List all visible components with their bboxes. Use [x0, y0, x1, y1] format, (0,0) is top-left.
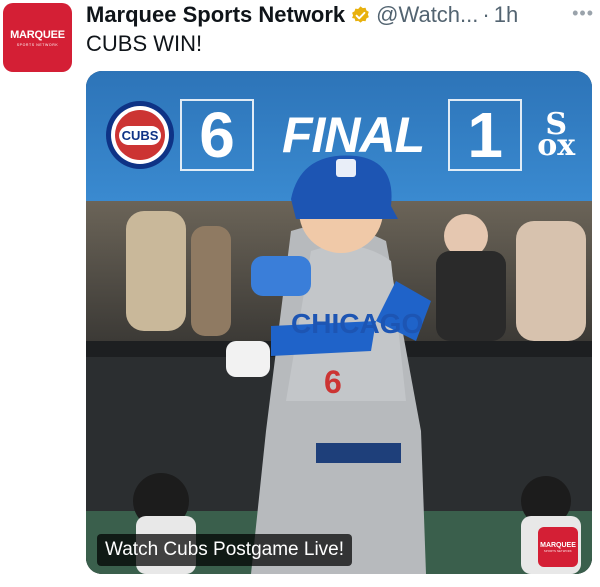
tweet-header: Marquee Sports Network @Watch... · 1h — [86, 0, 596, 30]
white-sox-logo-text: S ox — [537, 107, 576, 163]
cubs-logo-icon: CUBS — [106, 101, 174, 169]
separator-dot: · — [482, 2, 490, 27]
home-score: 6 — [180, 99, 254, 171]
timestamp[interactable]: 1h — [494, 2, 518, 28]
jersey-lettering: CHICAGO — [291, 308, 423, 339]
media-caption: Watch Cubs Postgame Live! — [97, 534, 353, 566]
more-options-icon[interactable]: ••• — [572, 3, 594, 24]
watermark-text: MARQUEE — [540, 541, 576, 549]
white-sox-logo-icon: S ox — [530, 99, 582, 171]
cubs-logo-text: CUBS — [118, 125, 162, 145]
jersey-number: 6 — [324, 364, 342, 400]
score-banner: CUBS 6 FINAL 1 S ox — [106, 99, 582, 171]
media-image[interactable]: CHICAGO 6 CUBS 6 FINAL 1 S ox Watch Cubs… — [86, 71, 592, 574]
watermark-subtext: SPORTS NETWORK — [544, 549, 572, 553]
game-status: FINAL — [282, 107, 425, 163]
verified-badge-icon — [352, 5, 369, 23]
away-score: 1 — [448, 99, 523, 171]
tweet-text: CUBS WIN! — [86, 31, 203, 56]
avatar-logo-subtext: SPORTS NETWORK — [16, 42, 59, 47]
handle[interactable]: @Watch... — [376, 2, 478, 28]
avatar[interactable]: MARQUEE SPORTS NETWORK — [3, 3, 72, 72]
display-name[interactable]: Marquee Sports Network — [86, 2, 345, 28]
marquee-watermark-logo: MARQUEE SPORTS NETWORK — [538, 527, 578, 567]
avatar-logo-text: MARQUEE — [10, 28, 65, 41]
